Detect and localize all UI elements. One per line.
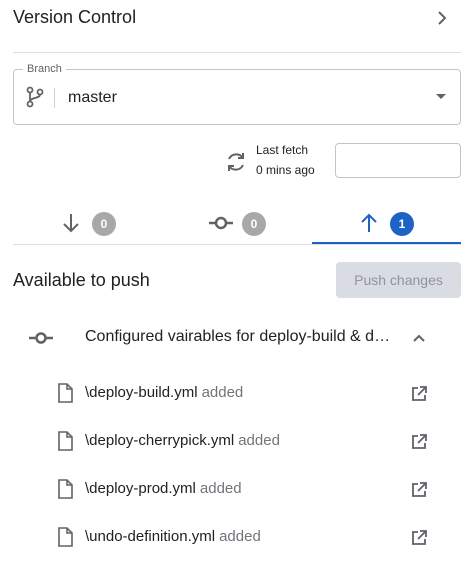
file-status: added: [238, 432, 280, 449]
header: Version Control: [0, 0, 464, 40]
commit-icon: [29, 332, 53, 344]
arrow-up-icon: [361, 213, 377, 232]
last-fetch-time: 0 mins ago: [256, 163, 315, 177]
file-icon: [58, 383, 73, 403]
tab-count: 0: [242, 212, 266, 236]
file-name: \deploy-build.yml: [85, 384, 198, 401]
file-icon: [58, 527, 73, 547]
commit-row[interactable]: Configured vairables for deploy-build & …: [0, 318, 464, 358]
open-external-icon[interactable]: [410, 433, 428, 451]
tab-count: 1: [390, 212, 414, 236]
tab-commits[interactable]: 0: [162, 203, 312, 245]
branch-select[interactable]: Branch master: [13, 62, 461, 125]
last-fetch-label: Last fetch: [256, 143, 309, 157]
file-status: added: [201, 384, 244, 401]
branch-label: Branch: [23, 62, 66, 76]
file-label: \deploy-build.yml added: [85, 384, 243, 401]
file-status: added: [219, 528, 261, 545]
chevron-right-icon[interactable]: [433, 9, 451, 27]
refresh-icon[interactable]: [224, 150, 248, 174]
file-label: \undo-definition.yml added: [85, 528, 261, 545]
section-title: Available to push: [13, 270, 150, 290]
open-external-icon[interactable]: [410, 385, 428, 403]
tab-incoming[interactable]: 0: [13, 203, 162, 245]
dropdown-caret-icon: [436, 94, 446, 99]
branch-separator: [54, 88, 55, 108]
push-changes-button[interactable]: Push changes: [336, 262, 461, 298]
fetch-field[interactable]: [335, 143, 461, 178]
branch-value: master: [68, 89, 117, 106]
file-row[interactable]: \undo-definition.yml added: [0, 519, 464, 555]
tab-count: 0: [92, 212, 116, 236]
chevron-up-icon[interactable]: [411, 330, 427, 346]
file-icon: [58, 431, 73, 451]
file-label: \deploy-prod.yml added: [85, 480, 242, 497]
file-name: \deploy-cherrypick.yml: [85, 432, 235, 449]
tab-outgoing[interactable]: 1: [312, 203, 461, 245]
file-icon: [58, 479, 73, 499]
commit-icon: [209, 216, 233, 230]
open-external-icon[interactable]: [410, 481, 428, 499]
page-title: Version Control: [13, 7, 137, 27]
file-row[interactable]: \deploy-prod.yml added: [0, 471, 464, 507]
git-branch-icon: [26, 86, 44, 108]
tabs-divider: [13, 244, 461, 245]
file-status: added: [199, 480, 242, 497]
file-row[interactable]: \deploy-build.yml added: [0, 375, 464, 411]
file-name: \deploy-prod.yml: [85, 480, 196, 497]
arrow-down-icon: [63, 214, 79, 233]
header-divider: [13, 52, 461, 53]
file-row[interactable]: \deploy-cherrypick.yml added: [0, 423, 464, 459]
commit-message: Configured vairables for deploy-build & …: [85, 328, 392, 345]
active-tab-indicator: [312, 242, 461, 244]
file-label: \deploy-cherrypick.yml added: [85, 432, 280, 449]
file-name: \undo-definition.yml: [85, 528, 216, 545]
open-external-icon[interactable]: [410, 529, 428, 547]
